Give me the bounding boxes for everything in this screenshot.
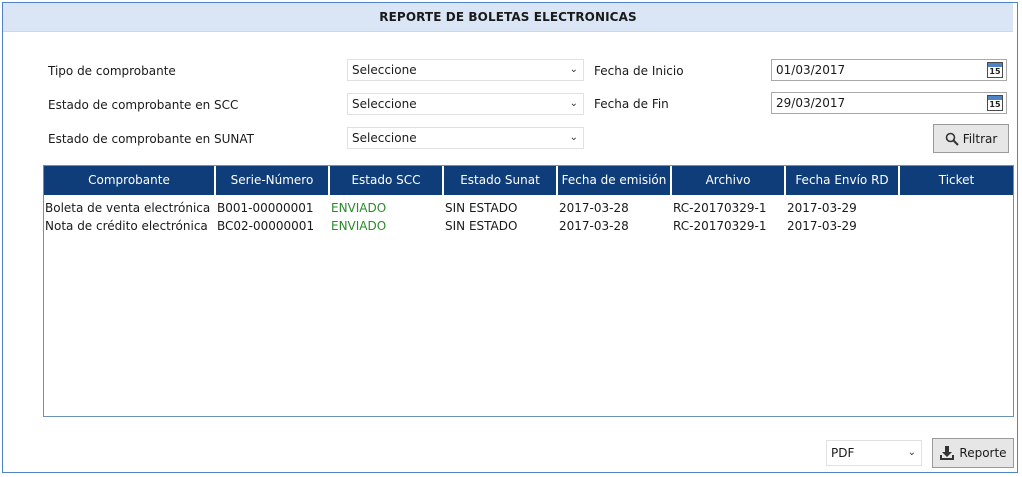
cell-fecha-envio-rd: 2017-03-29 xyxy=(787,219,857,233)
fecha-inicio-value: 01/03/2017 xyxy=(776,63,846,77)
cell-serie-numero: BC02-00000001 xyxy=(217,219,315,233)
fecha-fin-field[interactable]: 29/03/2017 15 xyxy=(771,92,1007,114)
filtrar-button[interactable]: Filtrar xyxy=(933,124,1009,153)
column-header-fecha-envio-rd[interactable]: Fecha Envío RD xyxy=(786,166,900,195)
reporte-button[interactable]: Reporte xyxy=(932,438,1014,468)
cell-estado-sunat: SIN ESTADO xyxy=(445,219,518,233)
fecha-inicio-label: Fecha de Inicio xyxy=(594,64,684,78)
cell-comprobante: Boleta de venta electrónica xyxy=(45,201,211,215)
cell-estado-scc: ENVIADO xyxy=(331,201,387,215)
cell-ticket xyxy=(900,199,1013,217)
reporte-label: Reporte xyxy=(959,446,1007,460)
estado-sunat-label: Estado de comprobante en SUNAT xyxy=(48,132,255,146)
search-icon xyxy=(945,132,959,146)
tipo-comprobante-value: Seleccione xyxy=(352,63,417,77)
column-header-estado-sunat[interactable]: Estado Sunat xyxy=(444,166,558,195)
column-header-estado-scc[interactable]: Estado SCC xyxy=(330,166,444,195)
estado-scc-select[interactable]: Seleccione ⌄ xyxy=(347,93,584,115)
tipo-comprobante-select[interactable]: Seleccione ⌄ xyxy=(347,59,584,81)
column-header-ticket[interactable]: Ticket xyxy=(900,166,1013,195)
cell-fecha-envio-rd: 2017-03-29 xyxy=(787,201,857,215)
filtrar-label: Filtrar xyxy=(962,131,998,146)
calendar-day: 15 xyxy=(989,67,1001,76)
format-value: PDF xyxy=(831,446,855,460)
page-title: REPORTE DE BOLETAS ELECTRONICAS xyxy=(3,3,1013,32)
calendar-icon[interactable]: 15 xyxy=(987,62,1003,78)
chevron-down-icon: ⌄ xyxy=(569,64,578,75)
cell-serie-numero: B001-00000001 xyxy=(217,201,314,215)
cell-comprobante: Nota de crédito electrónica xyxy=(45,219,208,233)
estado-sunat-value: Seleccione xyxy=(352,131,417,145)
table-header: Comprobante Serie-Número Estado SCC Esta… xyxy=(44,166,1013,195)
column-header-fecha-emision[interactable]: Fecha de emisión xyxy=(558,166,672,195)
estado-sunat-select[interactable]: Seleccione ⌄ xyxy=(347,127,584,149)
table-row[interactable]: Nota de crédito electrónica BC02-0000000… xyxy=(44,217,1013,235)
results-table[interactable]: Comprobante Serie-Número Estado SCC Esta… xyxy=(43,165,1014,417)
calendar-day: 15 xyxy=(989,100,1001,109)
cell-fecha-emision: 2017-03-28 xyxy=(559,201,629,215)
calendar-icon[interactable]: 15 xyxy=(987,95,1003,111)
fecha-fin-value: 29/03/2017 xyxy=(776,96,846,110)
cell-estado-sunat: SIN ESTADO xyxy=(445,201,518,215)
column-header-archivo[interactable]: Archivo xyxy=(672,166,786,195)
cell-fecha-emision: 2017-03-28 xyxy=(559,219,629,233)
fecha-inicio-field[interactable]: 01/03/2017 15 xyxy=(771,59,1007,81)
chevron-down-icon: ⌄ xyxy=(569,98,578,109)
cell-archivo: RC-20170329-1 xyxy=(673,219,767,233)
cell-estado-scc: ENVIADO xyxy=(331,219,387,233)
chevron-down-icon: ⌄ xyxy=(907,447,916,458)
chevron-down-icon: ⌄ xyxy=(569,132,578,143)
tipo-comprobante-label: Tipo de comprobante xyxy=(48,64,176,78)
estado-scc-label: Estado de comprobante en SCC xyxy=(48,98,239,112)
format-select[interactable]: PDF ⌄ xyxy=(826,440,922,466)
estado-scc-value: Seleccione xyxy=(352,97,417,111)
download-icon xyxy=(940,446,955,460)
column-header-serie-numero[interactable]: Serie-Número xyxy=(216,166,330,195)
column-header-comprobante[interactable]: Comprobante xyxy=(44,166,216,195)
table-row[interactable]: Boleta de venta electrónica B001-0000000… xyxy=(44,199,1013,217)
cell-archivo: RC-20170329-1 xyxy=(673,201,767,215)
fecha-fin-label: Fecha de Fin xyxy=(594,97,669,111)
cell-ticket xyxy=(900,217,1013,235)
